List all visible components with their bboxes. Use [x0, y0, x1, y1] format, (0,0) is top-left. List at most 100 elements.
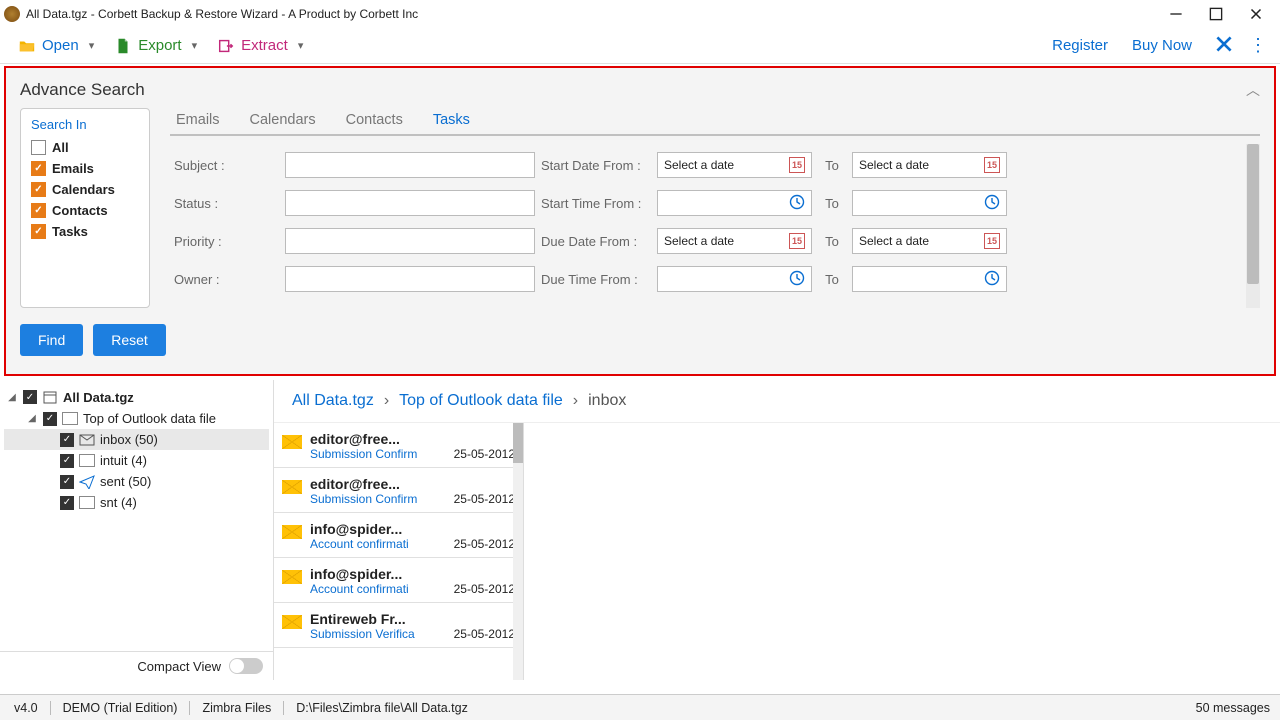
open-menu[interactable]: Open ▾: [10, 33, 102, 59]
status-bar: v4.0 DEMO (Trial Edition) Zimbra Files D…: [0, 694, 1280, 720]
export-label: Export: [138, 37, 181, 54]
export-menu[interactable]: Export ▾: [106, 33, 205, 59]
tab-contacts[interactable]: Contacts: [346, 112, 403, 128]
search-in-item[interactable]: All: [31, 140, 139, 155]
maximize-icon: [1207, 5, 1225, 23]
due-date-from-picker[interactable]: Select a date15: [657, 228, 812, 254]
search-in-item[interactable]: ✓Tasks: [31, 224, 139, 239]
tree-item-label: inbox (50): [100, 432, 158, 447]
message-date: 25-05-2012: [454, 537, 515, 551]
checkbox-icon[interactable]: ✓: [23, 390, 37, 404]
close-icon: [1247, 5, 1265, 23]
priority-label: Priority :: [174, 234, 279, 249]
checkbox-icon[interactable]: [31, 140, 46, 155]
status-count: 50 messages: [1196, 701, 1270, 715]
window-title: All Data.tgz - Corbett Backup & Restore …: [26, 7, 1156, 21]
start-date-to-picker[interactable]: Select a date15: [852, 152, 1007, 178]
due-date-to-picker[interactable]: Select a date15: [852, 228, 1007, 254]
checkbox-icon[interactable]: ✓: [31, 224, 46, 239]
search-in-item[interactable]: ✓Emails: [31, 161, 139, 176]
due-time-from-label: Due Time From :: [541, 272, 651, 287]
owner-input[interactable]: [285, 266, 535, 292]
form-scrollbar[interactable]: [1246, 144, 1260, 308]
status-edition: DEMO (Trial Edition): [51, 701, 191, 715]
search-in-item[interactable]: ✓Contacts: [31, 203, 139, 218]
chevron-down-icon: ▾: [89, 39, 95, 52]
message-date: 25-05-2012: [454, 492, 515, 506]
message-from: Entireweb Fr...: [310, 611, 515, 627]
mail-icon: [282, 615, 302, 629]
checkbox-icon[interactable]: ✓: [60, 496, 74, 510]
collapse-icon[interactable]: ◢: [26, 413, 38, 424]
search-in-item[interactable]: ✓ Calendars: [31, 182, 139, 197]
start-time-to-picker[interactable]: [852, 190, 1007, 216]
extract-menu[interactable]: Extract ▾: [209, 33, 311, 59]
reset-button[interactable]: Reset: [93, 324, 166, 356]
tree-root[interactable]: ◢ ✓ All Data.tgz: [4, 386, 269, 408]
mail-icon: [282, 525, 302, 539]
checkbox-icon[interactable]: ✓: [31, 161, 46, 176]
message-item[interactable]: info@spider...Account confirmati25-05-20…: [274, 558, 523, 603]
message-subject: Submission Verifica: [310, 627, 450, 641]
checkbox-icon[interactable]: ✓: [31, 203, 46, 218]
tab-emails[interactable]: Emails: [176, 112, 220, 128]
message-item[interactable]: info@spider...Account confirmati25-05-20…: [274, 513, 523, 558]
message-item[interactable]: editor@free...Submission Confirm25-05-20…: [274, 423, 523, 468]
to-label: To: [818, 158, 846, 173]
message-item[interactable]: editor@free...Submission Confirm25-05-20…: [274, 468, 523, 513]
task-search-form: Subject : Start Date From : Select a dat…: [170, 136, 1260, 308]
chevron-right-icon: ›: [573, 392, 578, 410]
start-date-from-picker[interactable]: Select a date15: [657, 152, 812, 178]
tree-top[interactable]: ◢ ✓ Top of Outlook data file: [4, 408, 269, 429]
subject-input[interactable]: [285, 152, 535, 178]
message-subject: Account confirmati: [310, 537, 450, 551]
due-time-to-picker[interactable]: [852, 266, 1007, 292]
buy-now-link[interactable]: Buy Now: [1122, 33, 1202, 58]
compact-view-toggle[interactable]: [229, 658, 263, 674]
calendar-icon: 15: [984, 233, 1000, 249]
message-item[interactable]: Entireweb Fr...Submission Verifica25-05-…: [274, 603, 523, 648]
find-button[interactable]: Find: [20, 324, 83, 356]
start-time-from-picker[interactable]: [657, 190, 812, 216]
to-label: To: [818, 234, 846, 249]
list-scrollbar[interactable]: [513, 423, 523, 680]
more-menu[interactable]: ⋮: [1246, 35, 1270, 56]
tree-item-label: intuit (4): [100, 453, 147, 468]
minimize-button[interactable]: [1156, 0, 1196, 28]
checkbox-icon[interactable]: ✓: [60, 454, 74, 468]
search-in-panel: Search In All✓Emails✓Calendars✓Contacts✓…: [20, 108, 150, 308]
minimize-icon: [1167, 5, 1185, 23]
close-icon: [1213, 33, 1235, 55]
collapse-icon[interactable]: ◢: [6, 392, 18, 403]
tree-item[interactable]: ✓ inbox (50): [4, 429, 269, 450]
checkbox-icon[interactable]: ✓: [60, 433, 74, 447]
tree-item[interactable]: ✓ intuit (4): [4, 450, 269, 471]
tree-item[interactable]: ✓sent (50): [4, 471, 269, 492]
tree-item[interactable]: ✓snt (4): [4, 492, 269, 513]
collapse-button[interactable]: ︿: [1246, 80, 1260, 100]
toolbar-close-button[interactable]: [1206, 33, 1242, 58]
archive-icon: [42, 389, 58, 405]
crumb-root[interactable]: All Data.tgz: [292, 392, 374, 410]
status-input[interactable]: [285, 190, 535, 216]
close-button[interactable]: [1236, 0, 1276, 28]
maximize-button[interactable]: [1196, 0, 1236, 28]
register-link[interactable]: Register: [1042, 33, 1118, 58]
checkbox-icon[interactable]: ✓: [31, 182, 46, 197]
priority-input[interactable]: [285, 228, 535, 254]
subject-label: Subject :: [174, 158, 279, 173]
search-in-label: Calendars: [52, 182, 115, 197]
message-date: 25-05-2012: [454, 582, 515, 596]
checkbox-icon[interactable]: ✓: [60, 475, 74, 489]
crumb-top[interactable]: Top of Outlook data file: [399, 392, 563, 410]
tab-calendars[interactable]: Calendars: [250, 112, 316, 128]
message-subject: Account confirmati: [310, 582, 450, 596]
tab-tasks[interactable]: Tasks: [433, 112, 470, 128]
checkbox-icon[interactable]: ✓: [43, 412, 57, 426]
calendar-icon: 15: [789, 157, 805, 173]
tree-top-label: Top of Outlook data file: [83, 411, 216, 426]
folder-icon: [62, 412, 78, 425]
due-time-from-picker[interactable]: [657, 266, 812, 292]
due-date-from-label: Due Date From :: [541, 234, 651, 249]
mail-icon: [282, 435, 302, 449]
